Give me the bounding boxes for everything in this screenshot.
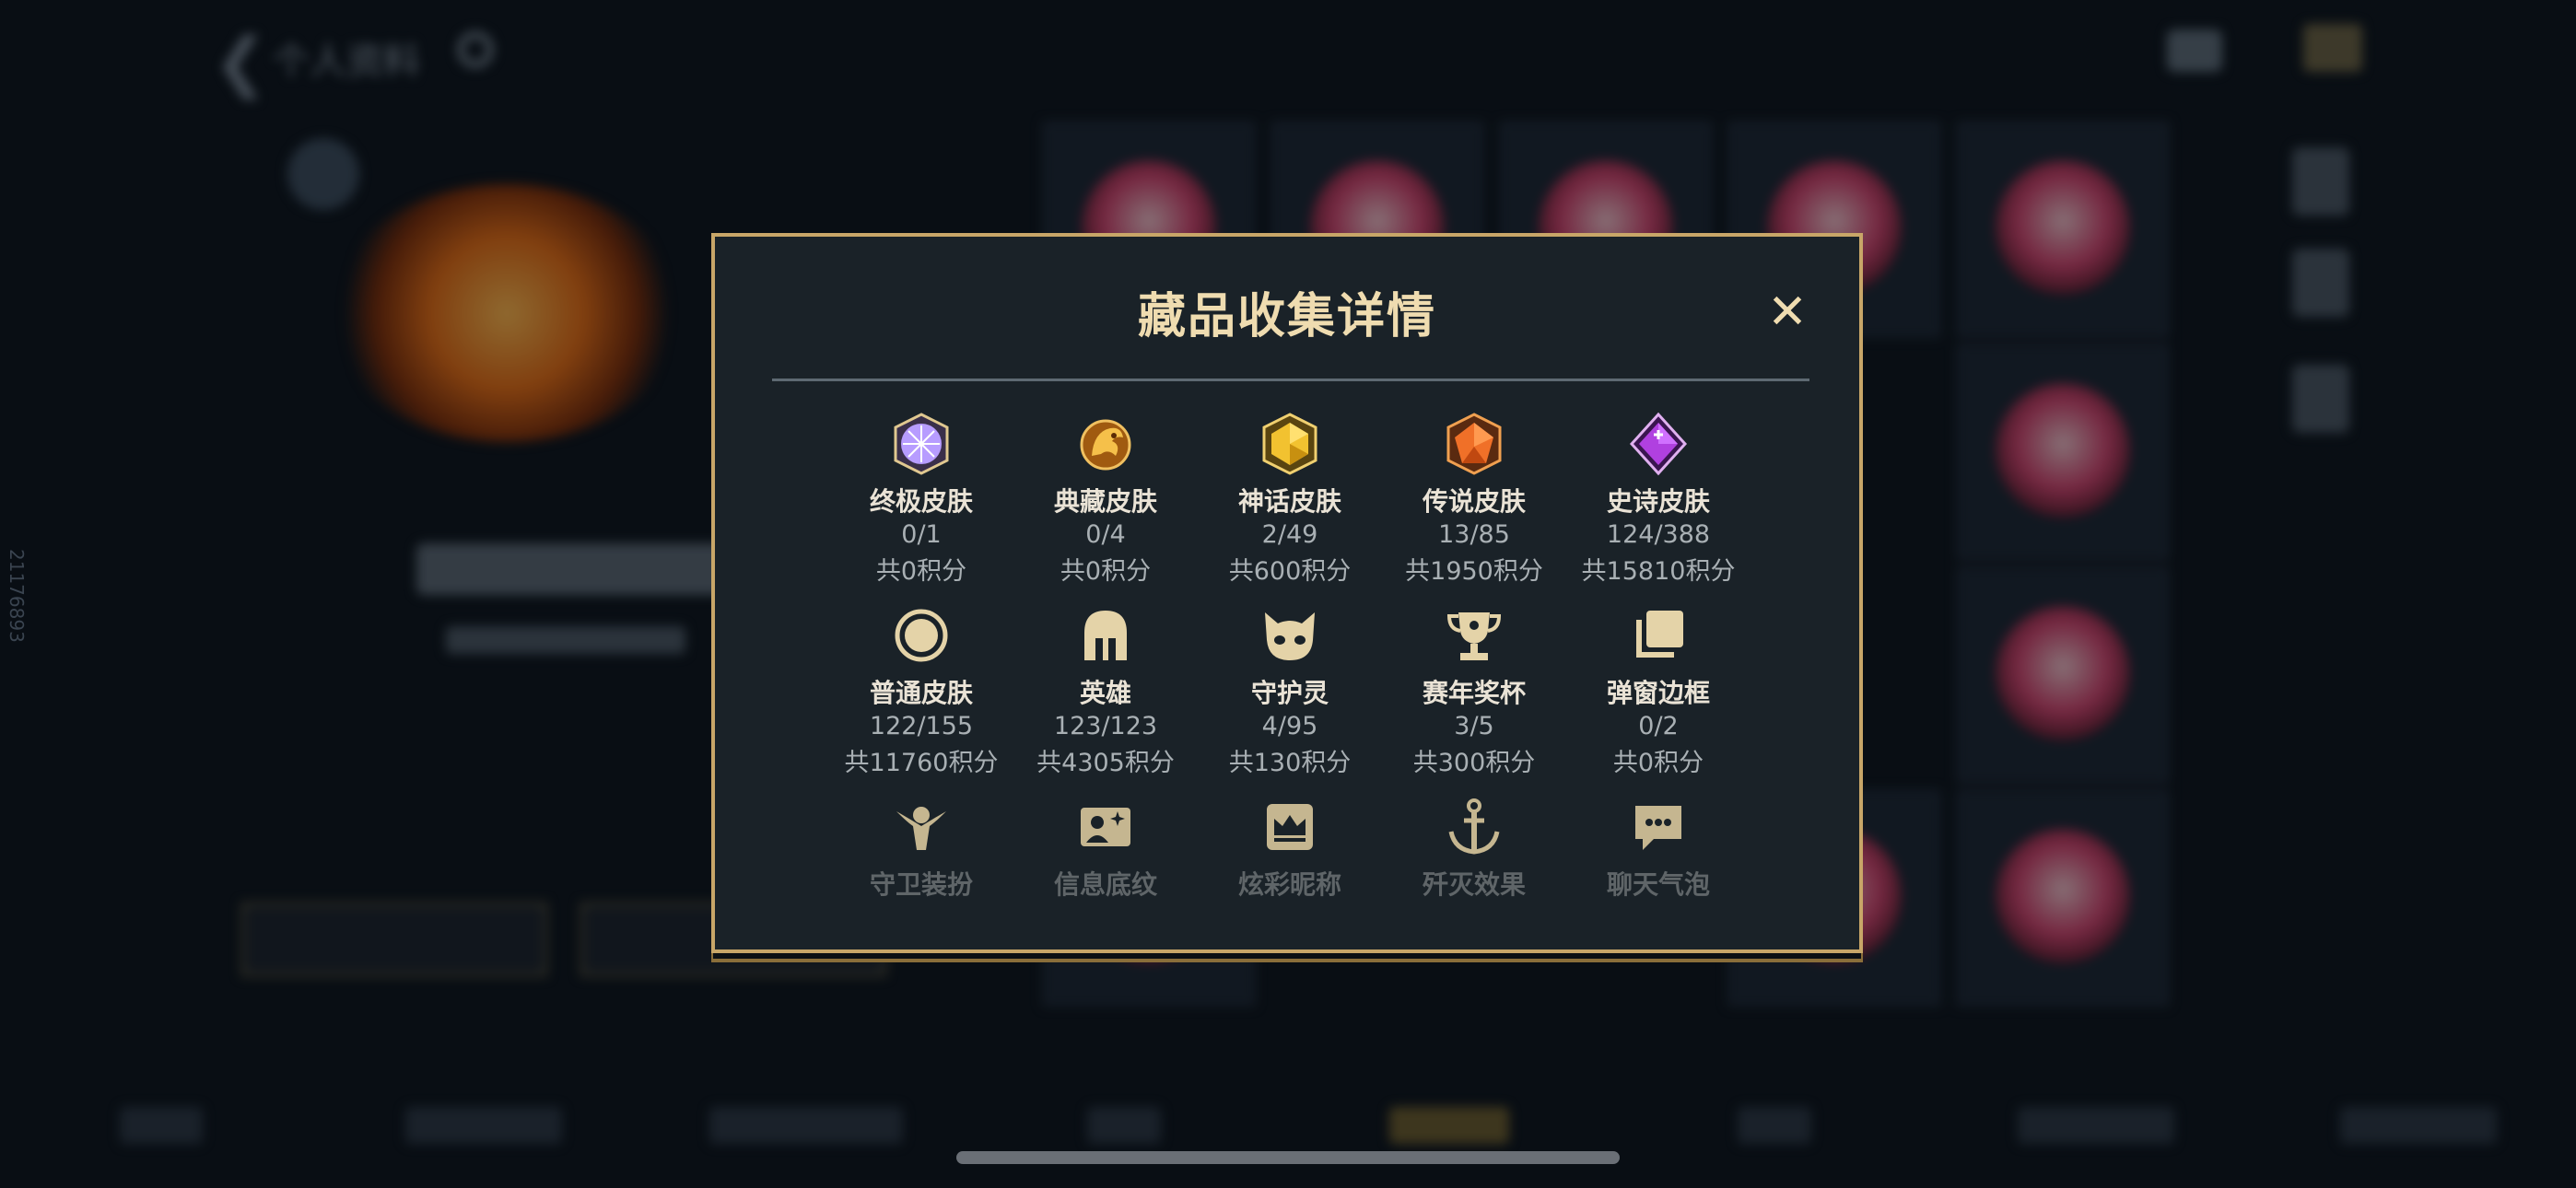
item-points: 共130积分 — [1228, 749, 1352, 777]
collection-item-guard-costume[interactable]: 守卫装扮 — [834, 795, 1009, 902]
collection-item-colorful-nickname[interactable]: 炫彩昵称 — [1202, 795, 1377, 902]
item-points: 共1950积分 — [1405, 557, 1543, 586]
collection-item-ultimate-skin[interactable]: 终极皮肤 0/1 共0积分 — [834, 412, 1009, 587]
item-name: 终极皮肤 — [869, 486, 973, 517]
guard-costume-icon — [889, 795, 954, 859]
info-card-icon — [1073, 795, 1138, 859]
home-indicator[interactable] — [956, 1151, 1620, 1164]
collection-item-guardian-spirit[interactable]: 守护灵 4/95 共130积分 — [1202, 603, 1377, 778]
item-name: 史诗皮肤 — [1606, 486, 1710, 517]
item-name: 英雄 — [1079, 678, 1131, 708]
item-name: 守卫装扮 — [869, 869, 973, 900]
side-id-text: 21176893 — [6, 549, 28, 643]
collection-item-legend-skin[interactable]: 传说皮肤 13/85 共1950积分 — [1387, 412, 1562, 587]
item-name: 普通皮肤 — [869, 678, 973, 708]
mythic-gem-icon — [1258, 412, 1322, 476]
item-name: 炫彩昵称 — [1237, 869, 1341, 900]
legendary-dragon-icon — [1073, 412, 1138, 476]
guardian-face-icon — [1258, 603, 1322, 668]
item-count: 3/5 — [1454, 712, 1494, 740]
item-count: 122/155 — [869, 712, 974, 740]
chat-bubble-icon — [1626, 795, 1691, 859]
collection-item-chat-bubble[interactable]: 聊天气泡 — [1571, 795, 1746, 902]
item-name: 弹窗边框 — [1606, 678, 1710, 708]
collection-item-mythic-skin[interactable]: 神话皮肤 2/49 共600积分 — [1202, 412, 1377, 587]
anchor-icon — [1442, 795, 1506, 859]
item-count: 123/123 — [1053, 712, 1158, 740]
collection-details-modal: 藏品收集详情 ✕ 终极皮肤 0/1 共0积分 典藏皮肤 0/4 共0积分 神话皮… — [711, 233, 1863, 953]
collection-grid: 终极皮肤 0/1 共0积分 典藏皮肤 0/4 共0积分 神话皮肤 2/49 共6… — [715, 237, 1859, 949]
item-points: 共4305积分 — [1036, 749, 1175, 777]
crown-nameplate-icon — [1258, 795, 1322, 859]
ring-icon — [889, 603, 954, 668]
item-count: 0/1 — [901, 520, 942, 549]
item-count: 13/85 — [1438, 520, 1510, 549]
collection-item-annihilation-effect[interactable]: 歼灭效果 — [1387, 795, 1562, 902]
item-points: 共15810积分 — [1581, 557, 1736, 586]
item-name: 守护灵 — [1250, 678, 1329, 708]
item-points: 共11760积分 — [844, 749, 999, 777]
item-name: 传说皮肤 — [1422, 486, 1526, 517]
item-points: 共0积分 — [875, 557, 967, 586]
item-count: 124/388 — [1606, 520, 1711, 549]
item-name: 典藏皮肤 — [1053, 486, 1157, 517]
helmet-icon — [1073, 603, 1138, 668]
ultimate-gem-icon — [889, 412, 954, 476]
collection-item-normal-skin[interactable]: 普通皮肤 122/155 共11760积分 — [834, 603, 1009, 778]
item-count: 2/49 — [1261, 520, 1318, 549]
item-name: 信息底纹 — [1053, 869, 1157, 900]
collection-item-epic-skin[interactable]: 史诗皮肤 124/388 共15810积分 — [1571, 412, 1746, 587]
item-count: 4/95 — [1261, 712, 1318, 740]
epic-gem-icon — [1626, 412, 1691, 476]
item-name: 聊天气泡 — [1606, 869, 1710, 900]
collection-item-popup-frame[interactable]: 弹窗边框 0/2 共0积分 — [1571, 603, 1746, 778]
frames-icon — [1626, 603, 1691, 668]
item-count: 0/2 — [1638, 712, 1679, 740]
item-count: 0/4 — [1085, 520, 1126, 549]
item-name: 神话皮肤 — [1237, 486, 1341, 517]
collection-item-treasure-skin[interactable]: 典藏皮肤 0/4 共0积分 — [1018, 412, 1193, 587]
item-points: 共0积分 — [1612, 749, 1704, 777]
collection-item-info-pattern[interactable]: 信息底纹 — [1018, 795, 1193, 902]
collection-item-hero[interactable]: 英雄 123/123 共4305积分 — [1018, 603, 1193, 778]
item-name: 赛年奖杯 — [1422, 678, 1526, 708]
item-name: 歼灭效果 — [1422, 869, 1526, 900]
item-points: 共600积分 — [1228, 557, 1352, 586]
collection-item-season-trophy[interactable]: 赛年奖杯 3/5 共300积分 — [1387, 603, 1562, 778]
item-points: 共0积分 — [1060, 557, 1152, 586]
item-points: 共300积分 — [1412, 749, 1536, 777]
trophy-icon — [1442, 603, 1506, 668]
legend-gem-icon — [1442, 412, 1506, 476]
